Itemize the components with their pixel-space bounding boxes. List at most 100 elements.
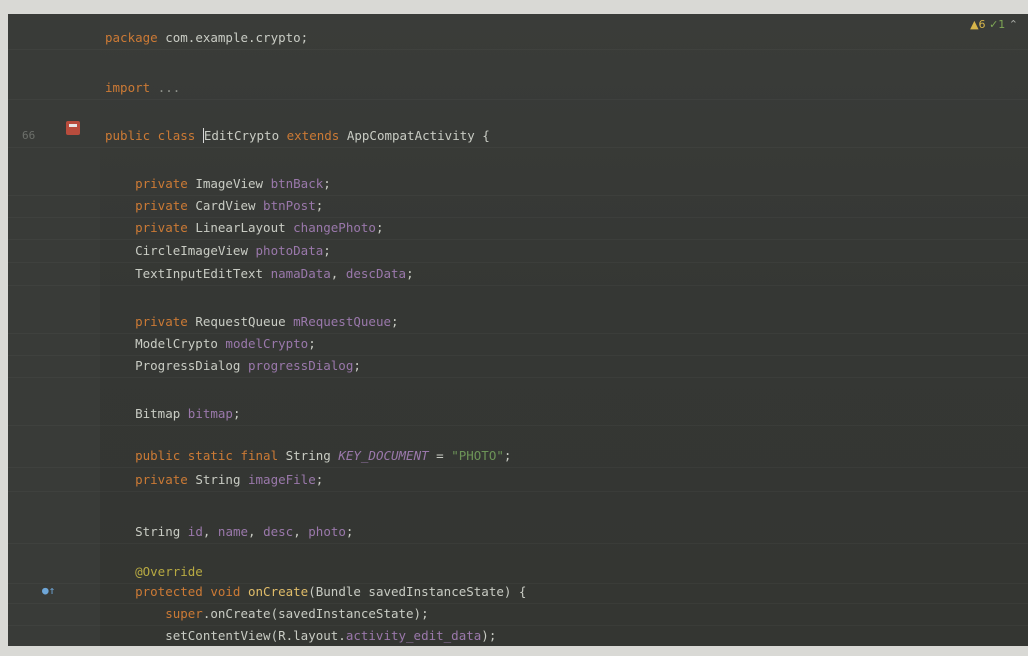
code-token: RequestQueue [195,314,294,329]
code-token: .onCreate(savedInstanceState); [202,606,429,621]
code-token: extends [279,128,347,143]
code-line[interactable]: public static final String KEY_DOCUMENT … [8,444,1028,468]
code-token: ; [375,220,384,235]
code-text[interactable]: public static final String KEY_DOCUMENT … [105,444,511,467]
code-token: CardView [195,198,264,213]
code-line[interactable]: private LinearLayout changePhoto; [8,216,1028,240]
code-token: btnPost [263,198,316,213]
code-token: ); [481,628,497,643]
code-token: String [105,524,188,539]
code-token: bitmap [187,406,233,421]
code-text[interactable]: super.onCreate(savedInstanceState); [105,602,429,625]
code-token: ; [503,448,512,463]
code-token: ; [406,266,414,281]
code-line[interactable]: 66 public class EditCrypto extends AppCom… [8,124,1028,148]
code-line[interactable]: setContentView(R.layout.activity_edit_da… [8,624,1028,646]
code-token: LinearLayout [195,220,294,235]
code-token: ; [391,314,399,329]
code-token: descData [345,266,407,281]
code-token: AppCompatActivity { [346,128,490,143]
code-text[interactable]: private ImageView btnBack; [105,172,331,195]
code-line[interactable]: import ... [8,76,1028,100]
code-line[interactable]: ModelCrypto modelCrypto; [8,332,1028,356]
code-text[interactable]: CircleImageView photoData; [105,239,331,262]
code-token: (Bundle savedInstanceState) { [308,584,527,599]
code-token: name [217,524,249,539]
code-token: , [248,524,264,539]
code-token: ProgressDialog [105,358,248,373]
code-token: Bitmap [105,406,188,421]
code-line[interactable]: private ImageView btnBack; [8,172,1028,196]
code-token: ; [315,198,324,213]
code-token: ; [323,176,331,191]
code-text[interactable]: setContentView(R.layout.activity_edit_da… [105,624,496,646]
code-token: EditCrypto [203,128,280,143]
code-token: public static final [105,448,286,463]
code-token: private [105,314,196,329]
code-token: ImageView [195,176,271,191]
code-token: onCreate [248,584,309,599]
code-token: super [105,606,203,621]
code-text[interactable]: String id, name, desc, photo; [105,520,353,543]
code-token: changePhoto [293,220,376,235]
code-line[interactable]: Bitmap bitmap; [8,402,1028,426]
code-token: progressDialog [248,358,354,373]
code-line[interactable]: ProgressDialog progressDialog; [8,354,1028,378]
code-token: = [428,448,452,463]
code-token: ; [232,406,241,421]
code-token: ; [308,336,316,351]
code-line[interactable]: private CardView btnPost; [8,194,1028,218]
code-text[interactable]: import ... [105,76,180,99]
code-token: mRequestQueue [293,314,391,329]
code-token: TextInputEditText [105,266,271,281]
code-text[interactable]: private CardView btnPost; [105,194,323,217]
code-text[interactable]: private LinearLayout changePhoto; [105,216,383,239]
code-token: private [105,220,196,235]
code-token: String [195,472,248,487]
code-token: activity_edit_data [345,628,482,643]
code-text[interactable]: ModelCrypto modelCrypto; [105,332,316,355]
code-token: ... [157,80,181,95]
code-token: modelCrypto [225,336,309,351]
code-text[interactable]: private RequestQueue mRequestQueue; [105,310,399,333]
code-line[interactable]: protected void onCreate(Bundle savedInst… [8,580,1028,604]
code-token: ; [345,524,354,539]
code-token: ; [315,472,324,487]
code-token: protected void [105,584,248,599]
code-line[interactable]: TextInputEditText namaData, descData; [8,262,1028,286]
code-token: id [187,524,203,539]
code-line[interactable]: package com.example.crypto; [8,26,1028,50]
code-token: package [105,30,166,45]
code-line[interactable]: String id, name, desc, photo; [8,520,1028,544]
code-token: ; [323,243,331,258]
code-text[interactable]: ProgressDialog progressDialog; [105,354,361,377]
code-token: String [285,448,339,463]
code-text[interactable]: private String imageFile; [105,468,323,491]
code-line[interactable]: super.onCreate(savedInstanceState); [8,602,1028,626]
line-number: 66 [22,129,36,142]
code-token: photoData [255,243,324,258]
code-token: public class [105,128,203,143]
code-token: , [202,524,218,539]
code-token: photo [308,524,346,539]
code-token: ModelCrypto [105,336,226,351]
code-token: imageFile [248,472,316,487]
code-token: "PHOTO" [451,448,504,463]
code-line[interactable]: private RequestQueue mRequestQueue; [8,310,1028,334]
code-text[interactable]: package com.example.crypto; [105,26,308,49]
code-token: namaData [270,266,331,281]
code-text[interactable]: TextInputEditText namaData, descData; [105,262,414,285]
code-editor[interactable]: ▲6 ✓1 ⌃ ●↑ package com.example.crypto; im… [8,14,1028,646]
code-token: setContentView(R.layout. [105,628,346,643]
code-token: desc [263,524,294,539]
code-token: , [330,266,346,281]
code-token: @Override [105,564,203,579]
code-text[interactable]: public class EditCrypto extends AppCompa… [105,124,490,147]
code-line[interactable]: private String imageFile; [8,468,1028,492]
code-line[interactable]: CircleImageView photoData; [8,239,1028,263]
code-text[interactable]: protected void onCreate(Bundle savedInst… [105,580,526,603]
code-token: private [105,472,196,487]
code-text[interactable]: Bitmap bitmap; [105,402,240,425]
code-token: btnBack [270,176,324,191]
code-token: ; [353,358,361,373]
